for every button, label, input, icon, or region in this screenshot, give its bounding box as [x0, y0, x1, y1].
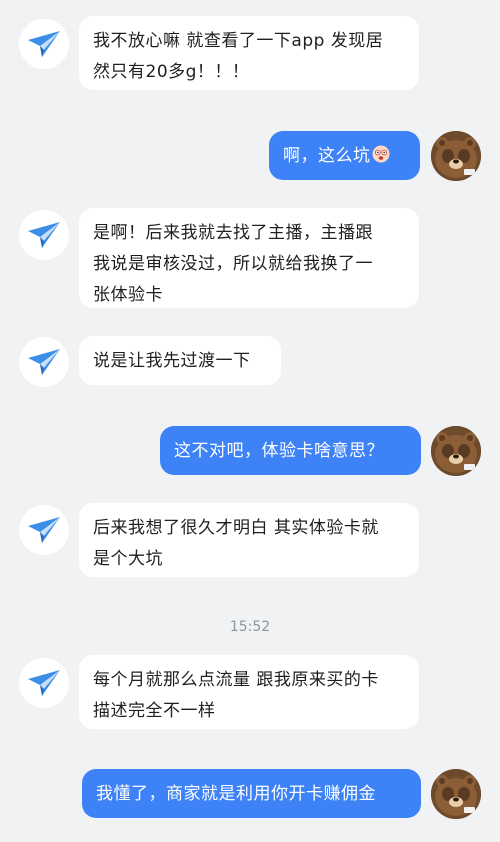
chat-window: 我不放心嘛 就查看了一下app 发现居 然只有20多g！！！ 啊，这么坑 是啊！…: [0, 0, 500, 842]
brown-bear-avatar-icon: [431, 426, 481, 476]
message-bubble[interactable]: 是啊！后来我就去找了主播，主播跟 我说是审核没过，所以就给我换了一 张体验卡: [79, 208, 419, 308]
contact-avatar[interactable]: [19, 210, 69, 260]
contact-avatar[interactable]: [19, 19, 69, 69]
paper-plane-icon: [19, 19, 69, 69]
message-text: 啊，这么坑: [283, 146, 371, 166]
shocked-face-emoji-icon: [372, 143, 390, 174]
paper-plane-icon: [19, 505, 69, 555]
contact-avatar[interactable]: [19, 658, 69, 708]
user-avatar[interactable]: [431, 131, 481, 181]
contact-avatar[interactable]: [19, 337, 69, 387]
paper-plane-icon: [19, 337, 69, 387]
chat-timestamp: 15:52: [229, 619, 271, 635]
contact-avatar[interactable]: [19, 505, 69, 555]
user-avatar[interactable]: [431, 426, 481, 476]
message-bubble[interactable]: 每个月就那么点流量 跟我原来买的卡 描述完全不一样: [79, 655, 419, 729]
user-avatar[interactable]: [431, 769, 481, 819]
message-bubble[interactable]: 我不放心嘛 就查看了一下app 发现居 然只有20多g！！！: [79, 16, 419, 90]
brown-bear-avatar-icon: [431, 131, 481, 181]
message-bubble[interactable]: 我懂了，商家就是利用你开卡赚佣金: [82, 769, 421, 818]
message-bubble[interactable]: 这不对吧，体验卡啥意思？: [160, 426, 421, 475]
brown-bear-avatar-icon: [431, 769, 481, 819]
paper-plane-icon: [19, 210, 69, 260]
paper-plane-icon: [19, 658, 69, 708]
message-bubble[interactable]: 说是让我先过渡一下: [79, 336, 281, 385]
message-bubble[interactable]: 啊，这么坑: [269, 131, 420, 180]
message-bubble[interactable]: 后来我想了很久才明白 其实体验卡就 是个大坑: [79, 503, 419, 577]
